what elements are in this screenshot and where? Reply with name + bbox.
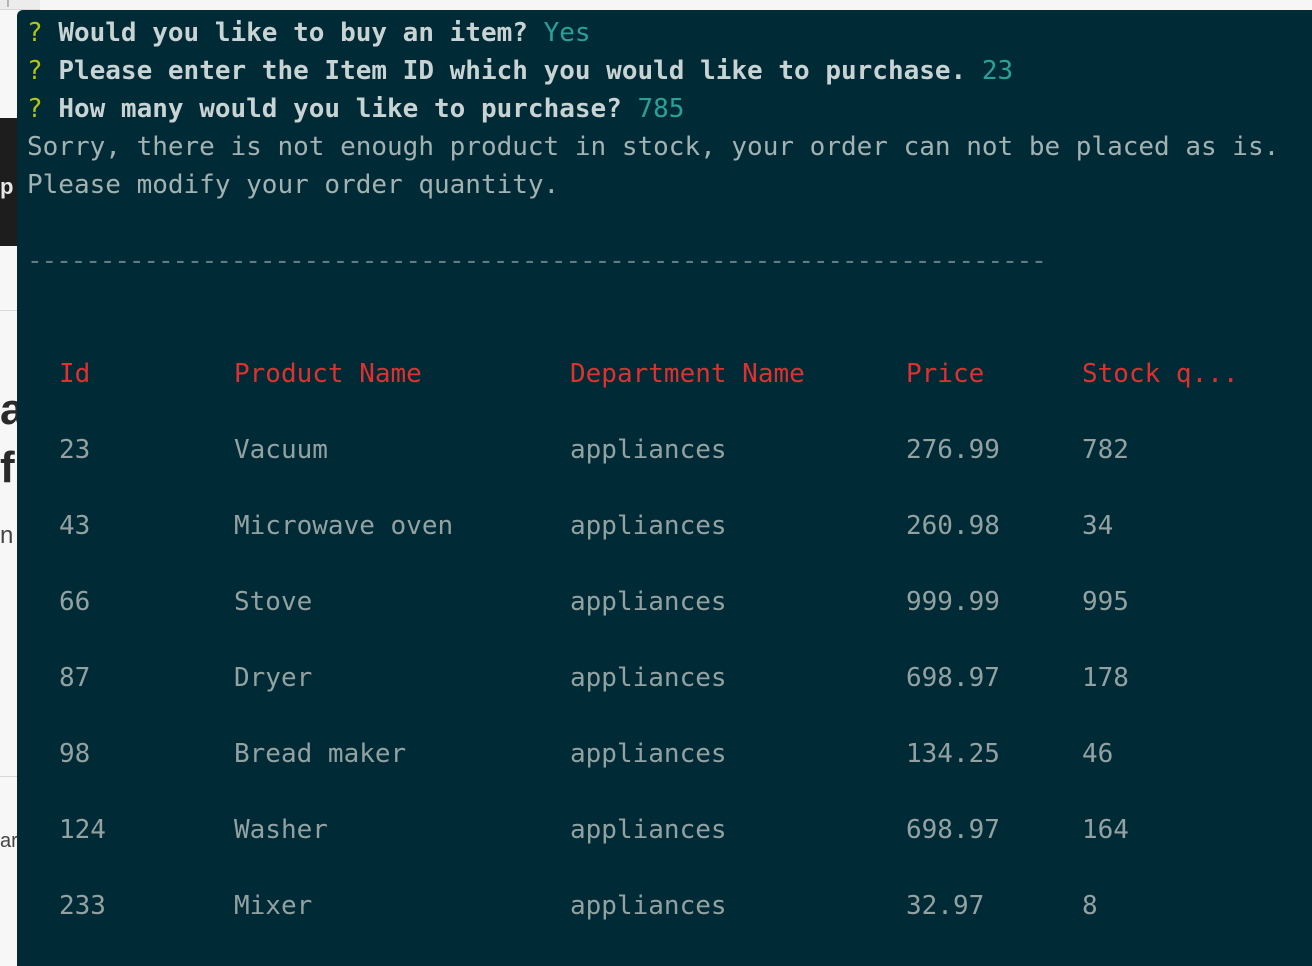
prompt-line-buy: ? Would you like to buy an item? Yes xyxy=(27,14,591,52)
prompt-answer: Yes xyxy=(543,18,591,48)
cell-department-name: appliances xyxy=(570,663,727,693)
prompt-question: Please enter the Item ID which you would… xyxy=(58,56,967,86)
cell-department-name: appliances xyxy=(570,587,727,617)
column-header-department-name: Department Name xyxy=(570,359,805,389)
question-mark-icon: ? xyxy=(27,18,43,48)
cell-product-name: Bread maker xyxy=(234,739,407,769)
prompt-answer: 785 xyxy=(637,94,685,124)
prompt-question: Would you like to buy an item? xyxy=(58,18,528,48)
cell-price: 276.99 xyxy=(906,435,1000,465)
cell-price: 698.97 xyxy=(906,815,1000,845)
cell-price: 999.99 xyxy=(906,587,1000,617)
prompt-line-quantity: ? How many would you like to purchase? 7… xyxy=(27,90,684,128)
cell-price: 134.25 xyxy=(906,739,1000,769)
prompt-line-item-id: ? Please enter the Item ID which you wou… xyxy=(27,52,1013,90)
cell-id: 98 xyxy=(59,739,91,769)
column-header-stock-quantity: Stock q... xyxy=(1082,359,1239,389)
cell-id: 124 xyxy=(59,815,106,845)
cell-department-name: appliances xyxy=(570,739,727,769)
cell-id: 233 xyxy=(59,891,106,921)
cell-price: 260.98 xyxy=(906,511,1000,541)
cell-department-name: appliances xyxy=(570,891,727,921)
cell-product-name: Microwave oven xyxy=(234,511,454,541)
cell-price: 698.97 xyxy=(906,663,1000,693)
cell-id: 66 xyxy=(59,587,91,617)
cell-stock-quantity: 995 xyxy=(1082,587,1129,617)
cell-product-name: Mixer xyxy=(234,891,313,921)
column-header-price: Price xyxy=(906,359,985,389)
error-message-hint: Please modify your order quantity. xyxy=(27,170,560,200)
background-banner-letter: p xyxy=(0,174,14,199)
cell-stock-quantity: 178 xyxy=(1082,663,1129,693)
cell-product-name: Dryer xyxy=(234,663,313,693)
background-heading-letter: f xyxy=(0,443,15,492)
cell-stock-quantity: 782 xyxy=(1082,435,1129,465)
cell-department-name: appliances xyxy=(570,435,727,465)
cell-department-name: appliances xyxy=(570,511,727,541)
question-mark-icon: ? xyxy=(27,56,43,86)
background-text-letter: n xyxy=(0,522,14,549)
cell-stock-quantity: 8 xyxy=(1082,891,1098,921)
background-text-letter: ar xyxy=(0,830,18,852)
error-message: Sorry, there is not enough product in st… xyxy=(27,132,1280,162)
column-header-product-name: Product Name xyxy=(234,359,422,389)
cell-stock-quantity: 164 xyxy=(1082,815,1129,845)
cell-department-name: appliances xyxy=(570,815,727,845)
table-divider: ----------------------------------------… xyxy=(27,246,1047,276)
background-top-letter: f xyxy=(6,0,11,11)
cell-id: 87 xyxy=(59,663,91,693)
cell-id: 43 xyxy=(59,511,91,541)
prompt-answer: 23 xyxy=(981,56,1014,86)
cell-product-name: Vacuum xyxy=(234,435,328,465)
cell-price: 32.97 xyxy=(906,891,985,921)
prompt-question: How many would you like to purchase? xyxy=(58,94,622,124)
cell-id: 23 xyxy=(59,435,91,465)
cell-stock-quantity: 34 xyxy=(1082,511,1114,541)
column-header-id: Id xyxy=(59,359,91,389)
cell-product-name: Washer xyxy=(234,815,328,845)
cell-stock-quantity: 46 xyxy=(1082,739,1114,769)
cell-product-name: Stove xyxy=(234,587,313,617)
question-mark-icon: ? xyxy=(27,94,43,124)
terminal-window[interactable]: ? Would you like to buy an item? Yes ? P… xyxy=(17,10,1312,966)
